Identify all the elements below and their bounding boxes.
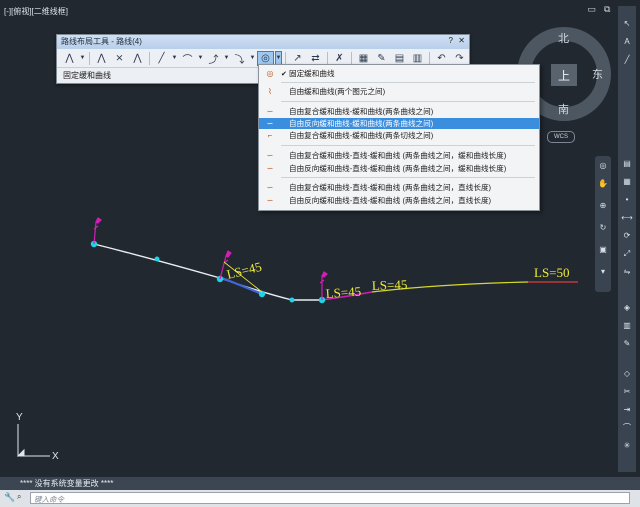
pan-icon[interactable]: ✋ xyxy=(597,178,609,190)
chevron-down-icon[interactable]: ▼ xyxy=(171,51,178,66)
tool-point-icon[interactable]: • xyxy=(621,194,633,206)
menu-item-label: 自由复合缓和曲线-缓和曲线(两条切线之间) xyxy=(289,131,434,140)
spiral-icon: ∽ xyxy=(266,183,274,192)
menu-separator xyxy=(281,145,535,146)
menu-item-label: 自由反向缓和曲线-直线-缓和曲线 (两条曲线之间，直线长度) xyxy=(289,196,492,205)
checkmark-icon: ✔ xyxy=(281,70,287,78)
menu-item-label: 自由反向缓和曲线-直线-缓和曲线 (两条曲线之间，缓和曲线长度) xyxy=(289,164,507,173)
close-window-button[interactable]: ✕ xyxy=(458,36,465,45)
layout-tools-titlebar[interactable]: 路线布局工具 - 路线(4) ? ✕ xyxy=(57,35,469,49)
fixed-curve-icon[interactable]: ⌒ xyxy=(179,51,196,66)
fixed-line-icon[interactable]: ╱ xyxy=(153,51,170,66)
tool-properties-icon[interactable]: ▥ xyxy=(621,320,633,332)
zoom-icon[interactable]: ⊕ xyxy=(597,200,609,212)
floating-curve-icon[interactable]: ⤴ xyxy=(205,51,222,66)
chevron-down-icon[interactable]: ▼ xyxy=(223,51,230,66)
separator xyxy=(327,51,328,65)
spiral-icon: ∽ xyxy=(266,196,274,205)
tool-hatch-icon[interactable]: ▦ xyxy=(621,176,633,188)
break-apart-pi-icon[interactable]: ⋀ xyxy=(129,51,146,66)
menu-item-reverse-spiral-line-spiral-length[interactable]: ∽ 自由反向缓和曲线-直线-缓和曲线 (两条曲线之间，缓和曲线长度) xyxy=(259,163,539,174)
chevron-down-icon[interactable]: ▼ xyxy=(249,51,256,66)
right-toolbar-strip: ↖ A ╱ ▤ ▦ • ⟷ ⟳ ⤢ ⇋ ◈ ▥ ✎ ◇ ✂ ⇥ ⌒ ✳ xyxy=(618,6,636,472)
menu-item-label: 固定缓和曲线 xyxy=(289,69,335,78)
tool-trim-icon[interactable]: ✂ xyxy=(621,386,633,398)
compass-north[interactable]: 北 xyxy=(558,30,569,46)
spiral-icon: ⌇ xyxy=(268,87,272,96)
menu-item-compound-spiral-line-line-length[interactable]: ∽ 自由复合缓和曲线-直线-缓和曲线 (两条曲线之间，直线长度) xyxy=(259,182,539,193)
spiral-icon: ◎ xyxy=(266,69,274,78)
menu-item-label: 自由复合缓和曲线-直线-缓和曲线 (两条曲线之间，直线长度) xyxy=(289,183,492,192)
viewcube-top-face[interactable]: 上 xyxy=(551,64,577,86)
tool-text-icon[interactable]: A xyxy=(621,36,633,48)
tool-extend-icon[interactable]: ⇥ xyxy=(621,404,633,416)
tool-scale-icon[interactable]: ⤢ xyxy=(621,248,633,260)
tool-line-icon[interactable]: ╱ xyxy=(621,54,633,66)
navigation-bar: ◎ ✋ ⊕ ↻ ▣ ▾ xyxy=(595,156,611,292)
menu-separator xyxy=(281,101,535,102)
menu-item-label: 自由反向缓和曲线-缓和曲线(两条曲线之间) xyxy=(289,119,434,128)
menu-item-compound-spiral-line-spiral-length[interactable]: ∽ 自由复合缓和曲线-直线-缓和曲线 (两条曲线之间，缓和曲线长度) xyxy=(259,150,539,161)
menu-item-reverse-spiral-line-line-length[interactable]: ∽ 自由反向缓和曲线-直线-缓和曲线 (两条曲线之间，直线长度) xyxy=(259,195,539,206)
tool-layer-icon[interactable]: ◈ xyxy=(621,302,633,314)
orbit-icon[interactable]: ↻ xyxy=(597,222,609,234)
menu-item-compound-spiral-curves[interactable]: ∽ 自由复合缓和曲线-缓和曲线(两条曲线之间) xyxy=(259,106,539,117)
tool-offset-icon[interactable]: ◇ xyxy=(621,368,633,380)
full-navigation-wheel-icon[interactable]: ◎ xyxy=(597,160,609,172)
menu-item-compound-spiral-tangents[interactable]: ⌐ 自由复合缓和曲线-缓和曲线(两条切线之间) xyxy=(259,130,539,141)
wrench-icon[interactable]: 🔧 xyxy=(4,492,15,503)
spiral-icon: ⌐ xyxy=(267,131,273,140)
tool-block-icon[interactable]: ▤ xyxy=(621,158,633,170)
chevron-down-icon[interactable]: ▼ xyxy=(197,51,204,66)
separator xyxy=(429,51,430,65)
command-placeholder: 键入命令 xyxy=(34,495,64,504)
command-input[interactable]: 键入命令 xyxy=(30,492,630,504)
tool-arrow-icon[interactable]: ↖ xyxy=(621,18,633,30)
command-history-text: **** 没有系统变量更改 **** xyxy=(20,479,114,488)
help-button[interactable]: ? xyxy=(449,36,453,45)
tool-match-icon[interactable]: ✎ xyxy=(621,338,633,350)
separator xyxy=(285,51,286,65)
tool-rotate-icon[interactable]: ⟳ xyxy=(621,230,633,242)
insert-pi-icon[interactable]: ⋀ xyxy=(93,51,110,66)
menu-separator xyxy=(281,177,535,178)
separator xyxy=(149,51,150,65)
spiral-icon: ∽ xyxy=(266,119,274,128)
spiral-dropdown-menu: ◎ ✔ 固定缓和曲线 ⌇ 自由缓和曲线(两个图元之间) ∽ 自由复合缓和曲线-缓和曲线(… xyxy=(258,64,540,211)
layout-tools-title: 路线布局工具 - 路线(4) xyxy=(61,37,142,46)
menu-item-reverse-spiral-curves[interactable]: ∽ 自由反向缓和曲线-缓和曲线(两条曲线之间) xyxy=(259,118,539,129)
compass-south[interactable]: 南 xyxy=(558,101,569,117)
spiral-icon: ∽ xyxy=(266,107,274,116)
free-curve-icon[interactable]: ⤵ xyxy=(231,51,248,66)
spiral-icon: ∽ xyxy=(266,151,274,160)
delete-pi-icon[interactable]: ⨯ xyxy=(111,51,128,66)
spiral-icon: ∽ xyxy=(266,164,274,173)
search-icon[interactable]: ⌕ xyxy=(17,492,21,502)
separator xyxy=(351,51,352,65)
menu-item-label: 自由复合缓和曲线-直线-缓和曲线 (两条曲线之间，缓和曲线长度) xyxy=(289,151,507,160)
menu-item-fixed-spiral[interactable]: ◎ ✔ 固定缓和曲线 xyxy=(259,68,539,79)
command-history: **** 没有系统变量更改 **** xyxy=(0,477,640,490)
tool-measure-icon[interactable]: ⟷ xyxy=(621,212,633,224)
menu-item-label: 自由缓和曲线(两个图元之间) xyxy=(289,87,386,96)
separator xyxy=(89,51,90,65)
menu-item-label: 自由复合缓和曲线-缓和曲线(两条曲线之间) xyxy=(289,107,434,116)
tool-mirror-icon[interactable]: ⇋ xyxy=(621,266,633,278)
showmotion-icon[interactable]: ▣ xyxy=(597,244,609,256)
menu-item-free-spiral[interactable]: ⌇ 自由缓和曲线(两个图元之间) xyxy=(259,86,539,97)
command-line: 🔧 ⌕ 键入命令 xyxy=(0,490,640,507)
nav-bar-settings-icon[interactable]: ▾ xyxy=(597,266,609,278)
wcs-menu[interactable]: WCS xyxy=(547,131,575,143)
pi-curve-icon[interactable]: ⋀ xyxy=(61,51,78,66)
tool-fillet-icon[interactable]: ⌒ xyxy=(621,422,633,434)
chevron-down-icon[interactable]: ▼ xyxy=(79,51,86,66)
menu-separator xyxy=(281,82,535,83)
compass-east[interactable]: 东 xyxy=(592,66,603,82)
tool-explode-icon[interactable]: ✳ xyxy=(621,440,633,452)
